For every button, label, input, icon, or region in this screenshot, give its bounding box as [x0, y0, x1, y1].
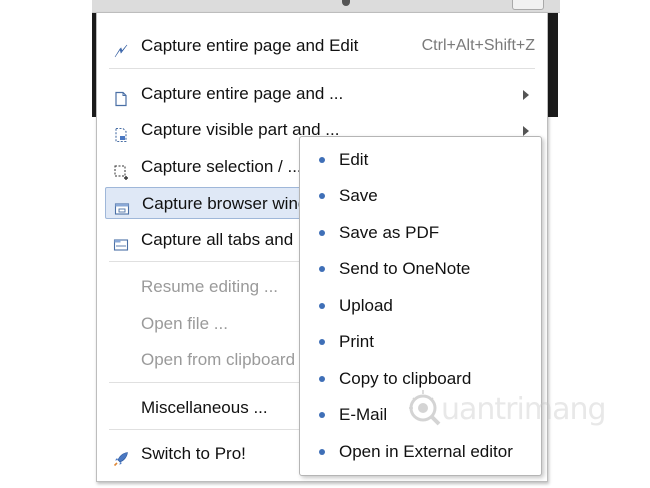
submenu-item-send-to-onenote[interactable]: Send to OneNote	[300, 254, 541, 284]
bullet-icon	[319, 303, 325, 309]
menu-item-capture-entire-edit[interactable]: Capture entire page and Edit Ctrl+Alt+Sh…	[105, 30, 539, 62]
watermark-text: uantrimang	[441, 392, 607, 427]
menu-item-label: Capture all tabs and ...	[141, 230, 313, 249]
submenu-item-upload[interactable]: Upload	[300, 291, 541, 321]
submenu-item-label: Save	[339, 186, 378, 205]
selection-icon	[113, 159, 129, 180]
submenu-item-label: Send to OneNote	[339, 259, 471, 278]
submenu-item-save-as-pdf[interactable]: Save as PDF	[300, 218, 541, 248]
submenu-item-open-external-editor[interactable]: Open in External editor	[300, 437, 541, 467]
extension-button[interactable]	[512, 0, 544, 10]
watermark-sun-icon	[409, 390, 441, 426]
rocket-icon	[113, 446, 129, 467]
bullet-icon	[319, 376, 325, 382]
bullet-icon	[319, 412, 325, 418]
tabs-icon	[113, 232, 129, 251]
menu-item-label: Open from clipboard	[141, 350, 296, 369]
menu-separator	[109, 68, 535, 69]
bullet-icon	[319, 230, 325, 236]
menu-item-label: Miscellaneous ...	[141, 398, 268, 417]
window-icon	[114, 196, 130, 215]
submenu-item-label: Edit	[339, 150, 369, 169]
bullet-icon	[319, 339, 325, 345]
submenu-item-save[interactable]: Save	[300, 181, 541, 211]
bullet-icon	[319, 157, 325, 163]
submenu-item-edit[interactable]: Edit	[300, 145, 541, 175]
menu-item-capture-entire-page[interactable]: Capture entire page and ...	[105, 78, 539, 110]
toolbar-indicator	[342, 0, 350, 6]
submenu-item-print[interactable]: Print	[300, 327, 541, 357]
submenu-item-label: E-Mail	[339, 405, 388, 424]
submenu-arrow-icon	[523, 126, 529, 136]
menu-item-label: Capture selection / ...	[141, 157, 302, 176]
menu-item-label: Resume editing ...	[141, 277, 279, 296]
page-icon	[113, 86, 129, 107]
submenu-item-label: Open in External editor	[339, 442, 513, 461]
watermark-logo: uantrimang	[405, 386, 630, 436]
shortcut-label: Ctrl+Alt+Shift+Z	[421, 37, 535, 54]
menu-item-label: Switch to Pro!	[141, 444, 246, 463]
submenu-item-label: Save as PDF	[339, 223, 440, 242]
submenu-item-label: Upload	[339, 296, 393, 315]
menu-item-label: Capture entire page and ...	[141, 84, 344, 103]
bullet-icon	[319, 193, 325, 199]
bullet-icon	[319, 266, 325, 272]
menu-item-label: Capture entire page and Edit	[141, 36, 359, 55]
lightning-icon	[113, 38, 129, 58]
menu-item-label: Open file ...	[141, 314, 228, 333]
visible-part-icon	[113, 122, 129, 143]
bullet-icon	[319, 449, 325, 455]
submenu-arrow-icon	[523, 90, 529, 100]
submenu-item-label: Print	[339, 332, 374, 351]
